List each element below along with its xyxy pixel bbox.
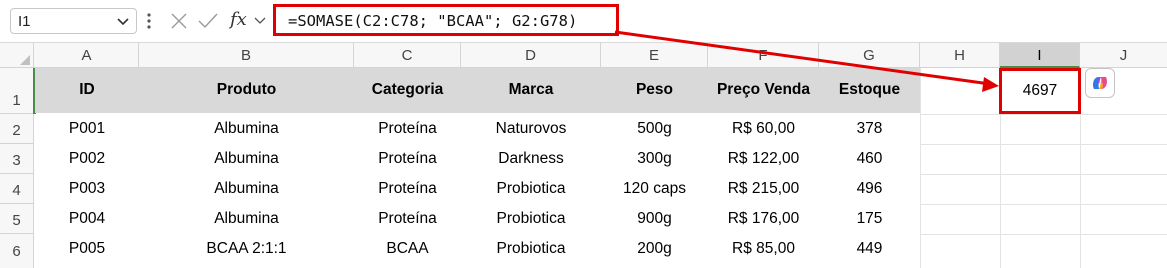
annotation-arrow	[614, 30, 999, 92]
